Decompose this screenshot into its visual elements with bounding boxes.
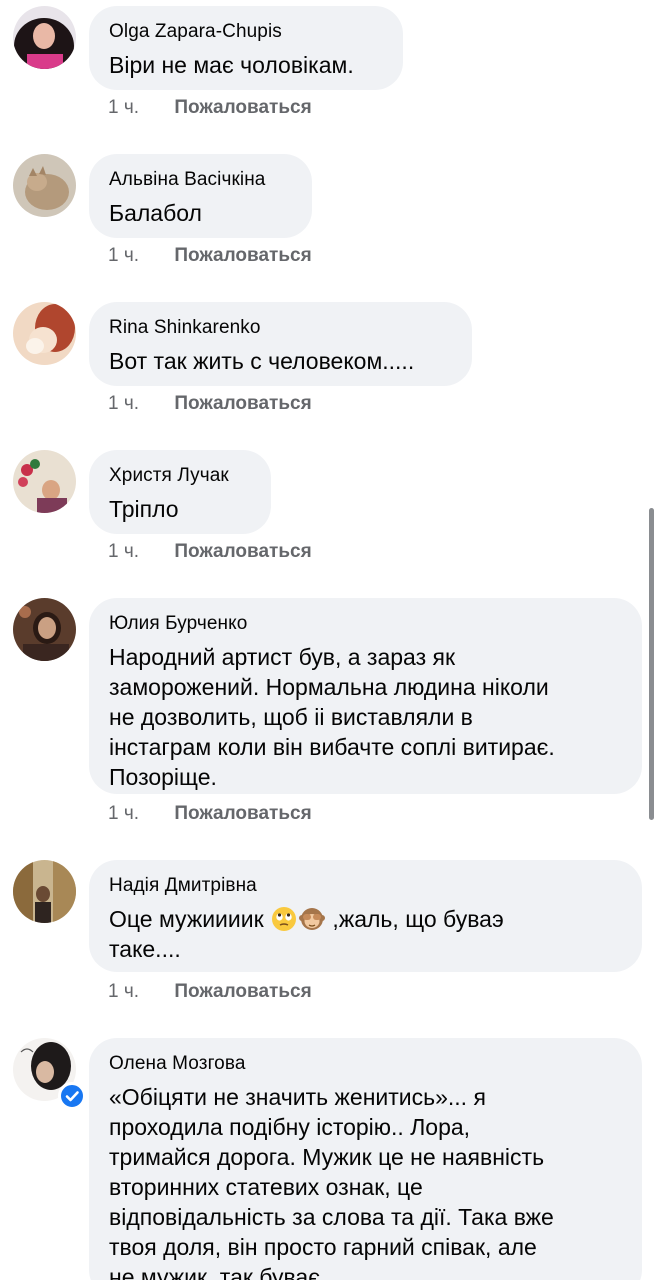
comment-text: Вот так жить с человеком..... [109,348,415,374]
report-link[interactable]: Пожаловаться [174,392,311,416]
verified-badge-icon [58,1082,86,1110]
comment-time[interactable]: 1 ч. [108,96,139,120]
comment-text: Віри не має чоловікам. [109,52,354,78]
comment-time[interactable]: 1 ч. [108,540,139,564]
avatar[interactable] [13,860,76,923]
report-link[interactable]: Пожаловаться [174,540,311,564]
comment-meta: 1 ч. Пожаловаться [108,244,312,268]
comment-text: Балабол [109,200,202,226]
comment-bubble: Альвіна Васічкіна Балабол [89,154,312,238]
comment-meta: 1 ч. Пожаловаться [108,392,312,416]
comment-bubble: Юлия Бурченко Народний артист був, а зар… [89,598,642,794]
comment-time[interactable]: 1 ч. [108,392,139,416]
avatar[interactable] [13,598,76,661]
comment-meta: 1 ч. Пожаловаться [108,96,312,120]
comment-meta: 1 ч. Пожаловаться [108,980,312,1004]
report-link[interactable]: Пожаловаться [174,802,311,826]
comment-text: «Обіцяти не значить женитись»... я прохо… [109,1084,554,1280]
comment-author[interactable]: Надія Дмитрівна [109,874,622,898]
comments-feed: Olga Zapara-Chupis Віри не має чоловікам… [0,0,659,1280]
comment-text: Тріпло [109,496,179,522]
comment-bubble: Олена Мозгова «Обіцяти не значить женити… [89,1038,642,1280]
avatar[interactable] [13,450,76,513]
report-link[interactable]: Пожаловаться [174,244,311,268]
comment-bubble: Rina Shinkarenko Вот так жить с человеко… [89,302,472,386]
comment-meta: 1 ч. Пожаловаться [108,802,312,826]
comment-text-start: Оце мужиииик [109,906,271,932]
comment-time[interactable]: 1 ч. [108,980,139,1004]
comment-author[interactable]: Христя Лучак [109,464,251,488]
comment-time[interactable]: 1 ч. [108,244,139,268]
avatar[interactable] [13,154,76,217]
comment-bubble: Христя Лучак Тріпло [89,450,271,534]
comment-author[interactable]: Юлия Бурченко [109,612,622,636]
comment-bubble: Надія Дмитрівна Оце мужиииик ,жаль, що б… [89,860,642,972]
report-link[interactable]: Пожаловаться [174,96,311,120]
see-no-evil-monkey-emoji [299,906,326,932]
scrollbar[interactable] [649,508,654,820]
comment-author[interactable]: Олена Мозгова [109,1052,622,1076]
comment-meta: 1 ч. Пожаловаться [108,540,312,564]
comment-text: Оце мужиииик ,жаль, що буваэ таке.... [109,904,622,964]
comment-author[interactable]: Rina Shinkarenko [109,316,452,340]
comment-time[interactable]: 1 ч. [108,802,139,826]
comment-text: Народний артист був, а зараз як замороже… [109,644,555,790]
comment-author[interactable]: Olga Zapara-Chupis [109,20,383,44]
comment-author[interactable]: Альвіна Васічкіна [109,168,292,192]
avatar[interactable] [13,6,76,69]
comment-bubble: Olga Zapara-Chupis Віри не має чоловікам… [89,6,403,90]
avatar[interactable] [13,302,76,365]
report-link[interactable]: Пожаловаться [174,980,311,1004]
face-with-rolling-eyes-emoji [271,906,297,932]
